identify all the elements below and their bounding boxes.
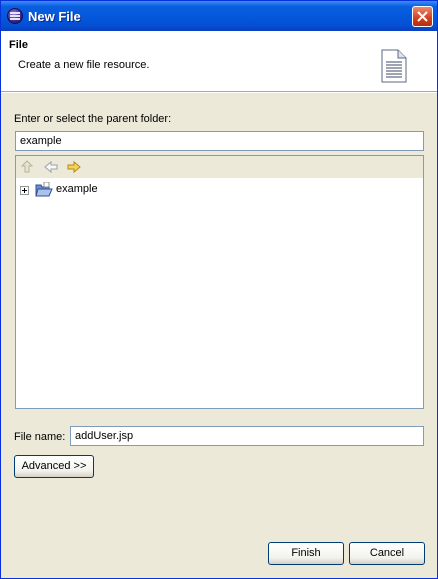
- close-icon: [417, 11, 428, 22]
- go-up-icon[interactable]: [19, 159, 35, 175]
- title-bar[interactable]: New File: [1, 1, 437, 31]
- finish-button[interactable]: Finish: [268, 542, 344, 565]
- header-title: File: [9, 39, 28, 51]
- cancel-button[interactable]: Cancel: [349, 542, 425, 565]
- new-file-dialog: New File File Create a new file resource…: [0, 0, 438, 579]
- back-arrow-icon[interactable]: [43, 159, 59, 175]
- wizard-header: File Create a new file resource.: [1, 31, 437, 91]
- close-button[interactable]: [412, 6, 433, 27]
- parent-folder-input[interactable]: example: [15, 131, 424, 151]
- expand-toggle[interactable]: [20, 186, 29, 195]
- folder-tree[interactable]: example: [15, 155, 424, 409]
- button-bar: Finish Cancel: [1, 534, 437, 578]
- file-document-icon: [381, 49, 407, 83]
- file-name-label: File name:: [14, 431, 66, 443]
- file-name-input[interactable]: addUser.jsp: [70, 426, 424, 446]
- forward-arrow-icon[interactable]: [66, 159, 82, 175]
- open-folder-icon: [35, 182, 53, 197]
- tree-toolbar: [16, 156, 423, 178]
- window-title: New File: [28, 9, 81, 24]
- parent-folder-label: Enter or select the parent folder:: [14, 113, 172, 125]
- wizard-content: Enter or select the parent folder: examp…: [1, 93, 437, 533]
- eclipse-icon: [7, 8, 23, 24]
- advanced-button[interactable]: Advanced >>: [14, 455, 94, 478]
- tree-item-label: example: [56, 183, 98, 195]
- header-description: Create a new file resource.: [18, 59, 150, 71]
